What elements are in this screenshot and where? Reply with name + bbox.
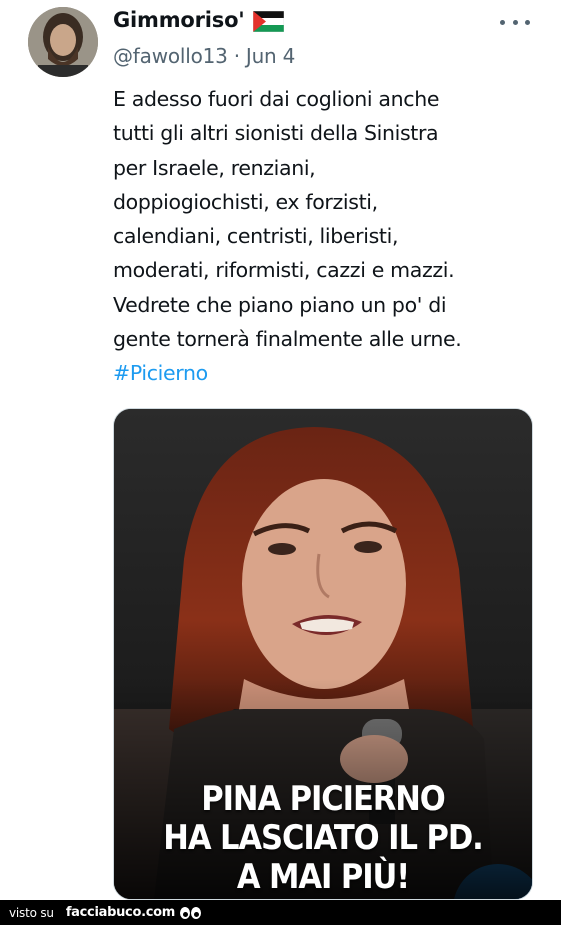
tweet-text-line: doppiogiochisti, ex forzisti, bbox=[113, 189, 378, 214]
watermark-footer: visto su facciabuco.com bbox=[0, 900, 561, 925]
tweet-text-line: moderati, riformisti, cazzi e mazzi. bbox=[113, 258, 455, 283]
avatar-image bbox=[28, 7, 98, 77]
handle-line: @fawollo13 · Jun 4 bbox=[113, 44, 295, 68]
tweet-text-line: per Israele, renziani, bbox=[113, 155, 316, 180]
avatar[interactable] bbox=[28, 7, 98, 77]
display-name[interactable]: Gimmoriso' bbox=[113, 8, 245, 32]
tweet-text-line: Vedrete che piano piano un po' di bbox=[113, 292, 447, 317]
handle[interactable]: @fawollo13 bbox=[113, 44, 228, 68]
site-label[interactable]: facciabuco.com bbox=[66, 905, 176, 920]
caption-line: HA LASCIATO IL PD. bbox=[163, 818, 483, 858]
tweet-text-line: gente tornerà finalmente alle urne. bbox=[113, 327, 462, 352]
tweet-date[interactable]: Jun 4 bbox=[246, 44, 296, 68]
more-options-icon[interactable] bbox=[500, 12, 530, 32]
tweet-media-image[interactable]: PINA PICIERNO HA LASCIATO IL PD. A MAI P… bbox=[113, 408, 533, 900]
hashtag-link[interactable]: #Picierno bbox=[113, 356, 543, 390]
palestine-flag-icon bbox=[252, 10, 284, 32]
caption-line: PINA PICIERNO bbox=[201, 779, 446, 819]
tweet-text-line: tutti gli altri sionisti della Sinistra bbox=[113, 121, 439, 146]
tweet-text-line: calendiani, centristi, liberisti, bbox=[113, 224, 399, 249]
tweet-text-line: E adesso fuori dai coglioni anche bbox=[113, 87, 440, 111]
separator: · bbox=[233, 44, 240, 68]
eyes-icon bbox=[180, 906, 202, 919]
tweet-text: E adesso fuori dai coglioni anche tutti … bbox=[113, 82, 543, 391]
visto-label: visto su bbox=[9, 905, 54, 920]
caption-line: A MAI PIÙ! bbox=[236, 857, 410, 897]
display-name-row: Gimmoriso' bbox=[113, 8, 284, 32]
